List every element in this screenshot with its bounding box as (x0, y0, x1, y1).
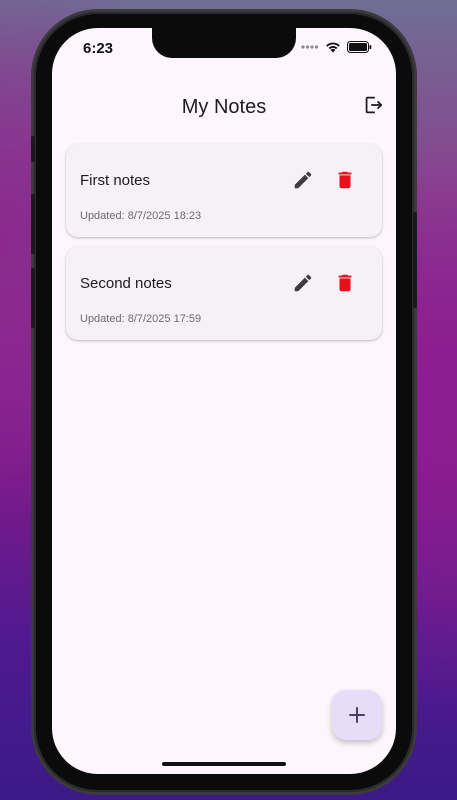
volume-down-button (31, 268, 35, 328)
phone-frame: 6:23 My Notes First notes Updated: 8/7/2… (31, 12, 417, 792)
wifi-icon (326, 42, 340, 53)
note-updated: Updated: 8/7/2025 18:23 (80, 210, 202, 222)
note-card[interactable]: First notes Updated: 8/7/2025 18:23 (66, 144, 382, 237)
note-card[interactable]: Second notes Updated: 8/7/2025 17:59 (66, 247, 382, 340)
power-button (413, 212, 417, 308)
edit-icon[interactable] (292, 272, 314, 294)
notch (152, 28, 296, 58)
edit-icon[interactable] (292, 169, 314, 191)
status-time: 6:23 (83, 40, 114, 57)
app-screen: 6:23 My Notes First notes Updated: 8/7/2… (52, 28, 396, 774)
home-indicator (162, 762, 286, 766)
side-button (31, 136, 35, 162)
status-icons (301, 41, 372, 53)
add-note-button[interactable] (332, 690, 382, 740)
note-title: First notes (80, 172, 151, 189)
note-title: Second notes (80, 275, 172, 292)
logout-icon[interactable] (362, 94, 384, 116)
signal-icon (301, 45, 319, 49)
battery-icon (347, 41, 372, 53)
volume-up-button (31, 194, 35, 254)
delete-icon[interactable] (334, 169, 356, 191)
note-updated: Updated: 8/7/2025 17:59 (80, 313, 202, 325)
add-icon (349, 707, 365, 723)
delete-icon[interactable] (334, 272, 356, 294)
page-title: My Notes (181, 96, 267, 118)
